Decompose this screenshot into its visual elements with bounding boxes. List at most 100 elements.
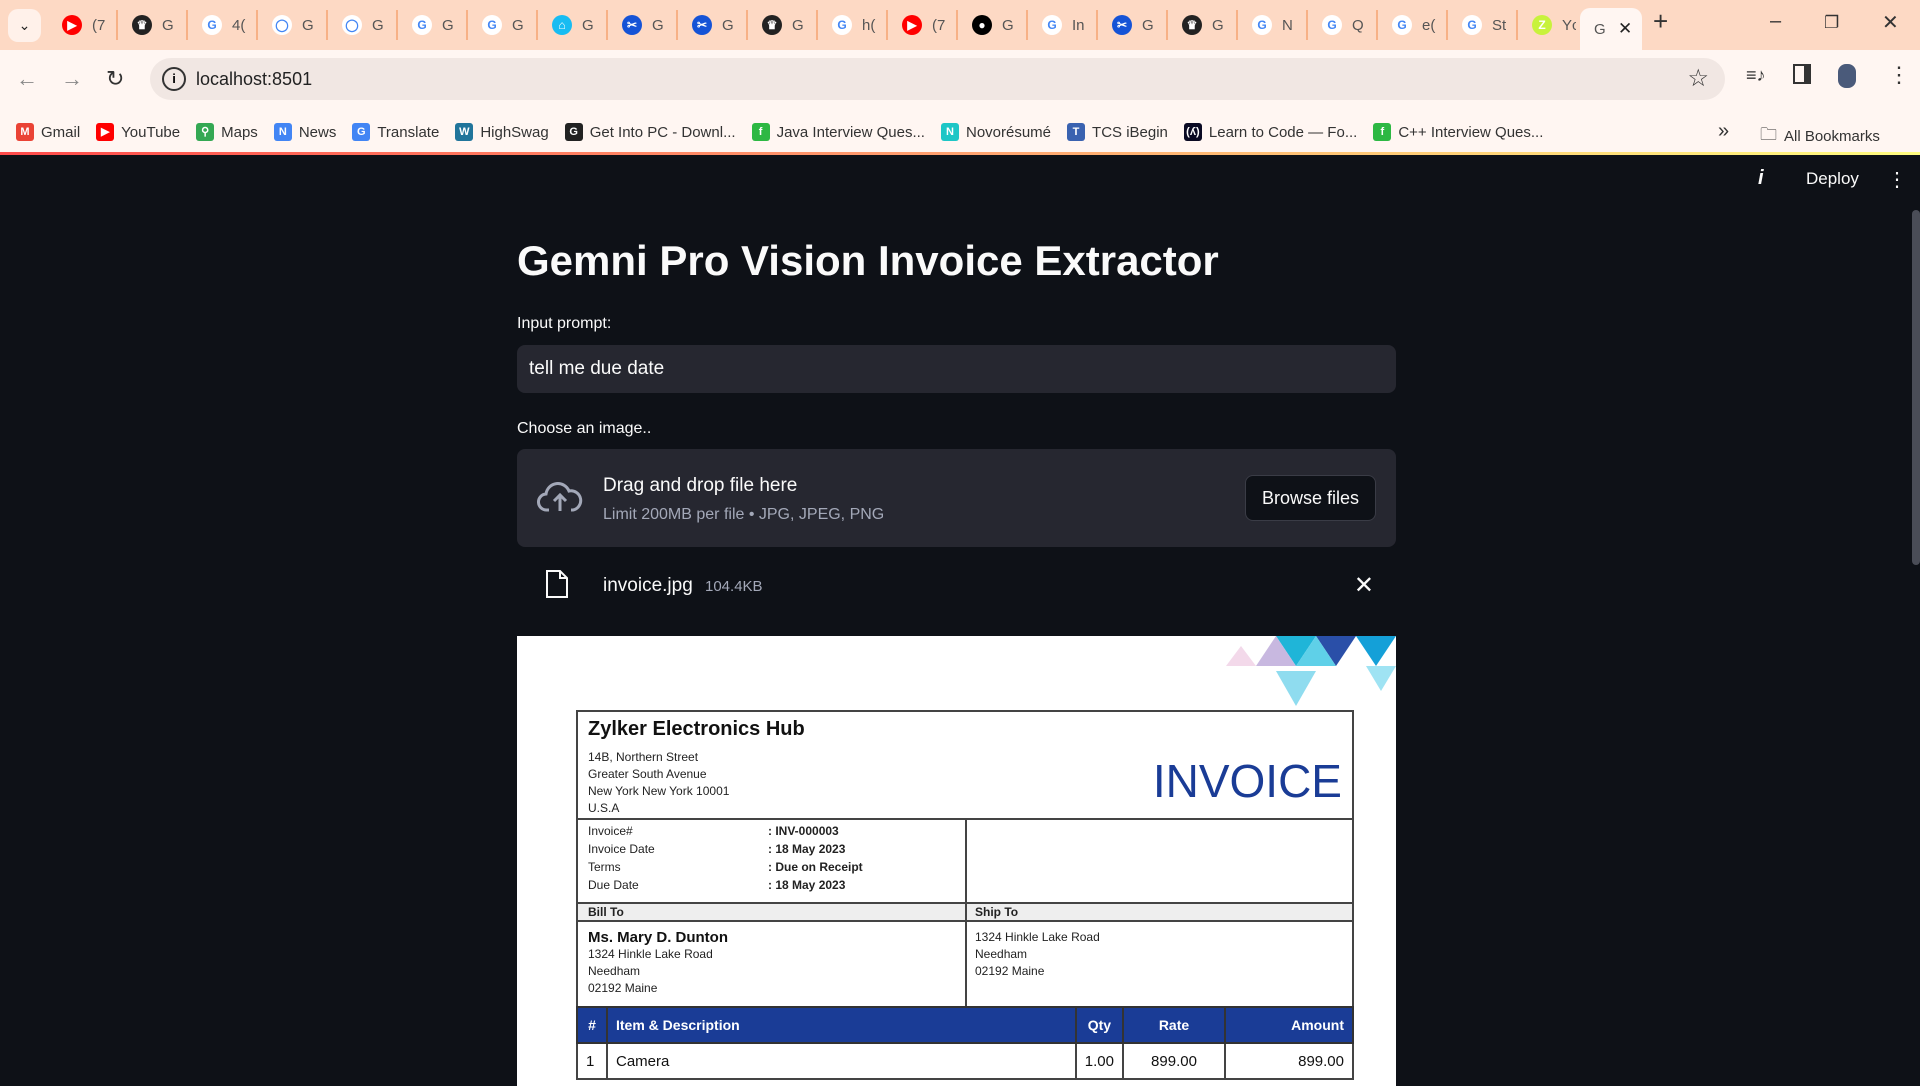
address-section: Bill To Ship To Ms. Mary D. Dunton 1324 … — [576, 902, 1354, 1008]
site-info-icon[interactable]: i — [162, 67, 186, 91]
bookmark-item[interactable]: (ʎ) Learn to Code — Fo... — [1183, 123, 1357, 141]
tab[interactable]: G In — [1028, 10, 1098, 40]
google-icon: G — [1322, 15, 1342, 35]
tab[interactable]: ▶ (7 — [48, 10, 118, 40]
google-icon: G — [1392, 15, 1412, 35]
crown-icon: ♛ — [1182, 15, 1202, 35]
scrollbar[interactable] — [1912, 210, 1920, 565]
bookmark-item[interactable]: M Gmail — [16, 123, 80, 141]
google-icon: G — [1252, 15, 1272, 35]
bookmark-item[interactable]: G Translate — [352, 123, 439, 141]
remove-file-icon[interactable]: ✕ — [1354, 571, 1374, 600]
table-row: 1 Camera 1.00 899.00 899.00 — [576, 1042, 1354, 1080]
tab[interactable]: GN — [1238, 10, 1308, 40]
bookmark-icon: M — [16, 123, 34, 141]
tab-bar: ⌄ ▶ (7 ♛ G G 4(◯ G ◯ G G G G G ⌂ G ✂ G ✂ G ♛ G Gh(▶ (7 ● G G In ✂ G ♛… — [0, 0, 1920, 50]
tab-title: (7 — [932, 16, 946, 34]
due-date-value: : Due on Receipt — [768, 860, 863, 874]
tab-search-button[interactable]: ⌄ — [8, 9, 41, 42]
tab[interactable]: ✂ G — [1098, 10, 1168, 40]
bookmark-item[interactable]: ▶ YouTube — [96, 123, 180, 141]
more-bookmarks-icon[interactable]: » — [1718, 120, 1729, 143]
bookmark-icon: ⚲ — [196, 123, 215, 141]
forward-button[interactable]: → — [61, 66, 83, 92]
restore-button[interactable]: ❐ — [1824, 13, 1839, 33]
profile-avatar[interactable] — [1838, 64, 1856, 88]
tab[interactable]: GG — [468, 10, 538, 40]
tab[interactable]: ⌂ G — [538, 10, 608, 40]
file-size: 104.4KB — [705, 578, 763, 595]
url-text[interactable]: localhost:8501 — [196, 69, 312, 90]
tab[interactable]: ● G — [958, 10, 1028, 40]
upload-label: Choose an image.. — [517, 420, 652, 437]
github-icon: ◯ — [272, 15, 292, 35]
file-dropzone[interactable]: Drag and drop file here Limit 200MB per … — [517, 449, 1396, 547]
bookmark-star-icon[interactable]: ☆ — [1687, 64, 1709, 93]
tab[interactable]: G St — [1448, 10, 1518, 40]
google-icon: G — [1042, 15, 1062, 35]
tab[interactable]: Ge( — [1378, 10, 1448, 40]
tab-title: G — [162, 16, 174, 34]
close-window-button[interactable]: ✕ — [1882, 10, 1899, 35]
side-panel-icon[interactable] — [1793, 64, 1811, 84]
bookmark-item[interactable]: W HighSwag — [455, 123, 549, 141]
back-button[interactable]: ← — [16, 66, 38, 92]
bookmark-icon: f — [1373, 123, 1392, 141]
tab-title: G — [442, 16, 454, 34]
tab-title: In — [1072, 16, 1085, 34]
tab[interactable]: Gh( — [818, 10, 888, 40]
deploy-button[interactable]: Deploy — [1806, 169, 1859, 189]
tab-title: (7 — [92, 16, 106, 34]
google-icon: G — [202, 15, 222, 35]
tab[interactable]: ♛ G — [1168, 10, 1238, 40]
bookmark-icon: N — [940, 123, 959, 141]
new-tab-button[interactable]: + — [1653, 6, 1668, 37]
close-tab-icon[interactable]: ✕ — [1618, 19, 1632, 39]
scissors-icon: ✂ — [1112, 15, 1132, 35]
bookmark-icon: N — [273, 123, 292, 141]
tab-title: G — [512, 16, 524, 34]
tab[interactable]: GQ — [1308, 10, 1378, 40]
tab[interactable]: GG — [398, 10, 468, 40]
page-title: Gemni Pro Vision Invoice Extractor — [517, 237, 1219, 284]
google-icon: G — [412, 15, 432, 35]
tab-title: G — [372, 16, 384, 34]
tab[interactable]: ✂ G — [678, 10, 748, 40]
reload-button[interactable]: ↻ — [106, 66, 124, 92]
minimize-button[interactable]: – — [1770, 10, 1781, 33]
tab-title: G — [1002, 16, 1014, 34]
tab-title: Yc — [1562, 16, 1576, 34]
bookmark-icon: G — [352, 123, 371, 141]
bookmark-item[interactable]: f C++ Interview Ques... — [1373, 123, 1543, 141]
prompt-input[interactable] — [517, 345, 1396, 393]
home-assistant-icon: ⌂ — [552, 15, 572, 35]
status-icon[interactable]: i — [1758, 167, 1764, 190]
tab[interactable]: ♛ G — [118, 10, 188, 40]
media-control-icon[interactable]: ≡♪ — [1746, 65, 1766, 86]
bookmark-icon: ▶ — [96, 123, 115, 141]
file-icon — [546, 570, 568, 598]
tab[interactable]: ▶ (7 — [888, 10, 958, 40]
bookmark-item[interactable]: T TCS iBegin — [1067, 123, 1168, 141]
bookmark-item[interactable]: ⚲ Maps — [196, 123, 258, 141]
main-menu-icon[interactable]: ⋮ — [1887, 167, 1907, 192]
youtube-icon: ▶ — [902, 15, 922, 35]
tab[interactable]: ◯ G — [258, 10, 328, 40]
tab[interactable]: Z Yc — [1518, 10, 1588, 40]
browse-files-button[interactable]: Browse files — [1244, 475, 1376, 521]
tab[interactable]: G 4( — [188, 10, 258, 40]
limit-text: Limit 200MB per file • JPG, JPEG, PNG — [603, 506, 885, 523]
all-bookmarks[interactable]: 🗀 All Bookmarks — [1760, 122, 1880, 151]
bookmark-item[interactable]: N Novorésumé — [940, 123, 1051, 141]
address-bar[interactable]: i localhost:8501 ☆ — [150, 58, 1725, 100]
invoice-header: Zylker Electronics Hub 14B, Northern Str… — [576, 710, 1354, 820]
bookmark-item[interactable]: N News — [273, 123, 336, 141]
bookmark-item[interactable]: f Java Interview Ques... — [751, 123, 925, 141]
invoice-image: Zylker Electronics Hub 14B, Northern Str… — [517, 636, 1396, 1086]
tab[interactable]: ♛ G — [748, 10, 818, 40]
menu-icon[interactable]: ⋮ — [1888, 62, 1910, 88]
tab[interactable]: ✂ G — [608, 10, 678, 40]
tab[interactable]: ◯ G — [328, 10, 398, 40]
bookmark-item[interactable]: G Get Into PC - Downl... — [564, 123, 736, 141]
tab-active[interactable]: G ✕ — [1580, 8, 1642, 50]
